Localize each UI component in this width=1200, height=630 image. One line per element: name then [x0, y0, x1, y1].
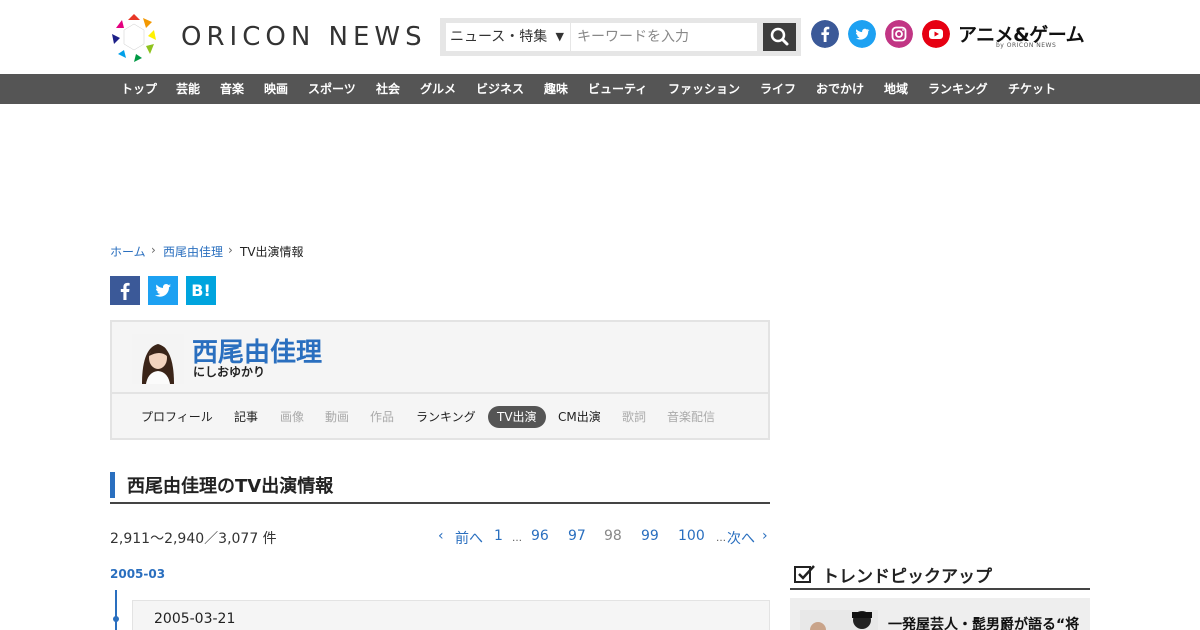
site-logo-text[interactable]: ORICON NEWS [181, 22, 427, 52]
pagination-page[interactable]: 97 [568, 528, 586, 544]
heading-accent-bar [110, 472, 115, 498]
pagination-page[interactable]: 96 [531, 528, 549, 544]
nav-item-business[interactable]: ビジネス [476, 74, 524, 104]
trend-pickup-title: トレンドピックアップ [822, 567, 992, 587]
nav-item-top[interactable]: トップ [121, 74, 157, 104]
anime-game-logo[interactable]: アニメ&ゲーム by ORICON NEWS [958, 20, 1090, 52]
chevron-right-icon: › [151, 243, 156, 257]
nav-item-gourmet[interactable]: グルメ [420, 74, 456, 104]
pagination-current-page: 98 [604, 528, 622, 544]
nav-item-sports[interactable]: スポーツ [308, 74, 356, 104]
section-title: 西尾由佳理のTV出演情報 [127, 476, 334, 497]
trend-pickup-heading: トレンドピックアップ [790, 562, 1090, 590]
trend-item-title[interactable]: 一発屋芸人・髭男爵が語る“将 [888, 614, 1079, 630]
nav-item-beauty[interactable]: ビューティ [588, 74, 647, 104]
nav-item-music[interactable]: 音楽 [220, 74, 244, 104]
tab-images: 画像 [280, 410, 305, 424]
tab-works: 作品 [370, 410, 395, 424]
trend-thumbnail-image [800, 610, 878, 630]
nav-item-ticket[interactable]: チケット [1008, 74, 1056, 104]
pagination-ellipsis: … [512, 533, 522, 544]
nav-item-entertainment[interactable]: 芸能 [176, 74, 200, 104]
section-heading: 西尾由佳理のTV出演情報 [110, 470, 770, 504]
site-header: ORICON NEWS ニュース・特集 ▼ アニメ&ゲーム by ORICON … [0, 0, 1200, 74]
chevron-right-icon: › [228, 243, 233, 257]
facebook-share-icon[interactable] [110, 276, 140, 305]
checkbox-icon [794, 565, 815, 583]
tab-cm-appearances[interactable]: CM出演 [558, 406, 601, 428]
breadcrumb-artist[interactable]: 西尾由佳理 [163, 243, 223, 260]
trend-thumbnail[interactable] [800, 610, 878, 630]
tab-lyrics: 歌詞 [622, 410, 647, 424]
nav-item-movie[interactable]: 映画 [264, 74, 288, 104]
nav-item-fashion[interactable]: ファッション [668, 74, 740, 104]
avatar [132, 334, 184, 384]
breadcrumb-current: TV出演情報 [240, 245, 304, 259]
timeline-month: 2005-03 [110, 567, 166, 581]
pagination-next[interactable]: 次へ [727, 528, 755, 548]
chevron-right-icon[interactable]: › [762, 528, 768, 544]
chevron-left-icon[interactable]: ‹ [438, 528, 444, 544]
tv-entry-date: 2005-03-21 [154, 611, 236, 627]
twitter-share-icon[interactable] [148, 276, 178, 305]
nav-item-society[interactable]: 社会 [376, 74, 400, 104]
nav-item-region[interactable]: 地域 [884, 74, 908, 104]
timeline-dot [113, 616, 119, 622]
tab-tv-appearances[interactable]: TV出演 [488, 406, 546, 428]
search-button[interactable] [763, 23, 796, 51]
tab-music-streaming: 音楽配信 [667, 410, 716, 424]
hatena-bookmark-button[interactable]: B! [186, 276, 216, 305]
tab-videos: 動画 [325, 410, 350, 424]
pagination-page[interactable]: 99 [641, 528, 659, 544]
pagination-page[interactable]: 1 [494, 528, 503, 544]
tab-profile[interactable]: プロフィール [141, 406, 213, 428]
search-category-select[interactable]: ニュース・特集 ▼ [446, 23, 570, 51]
profile-header: 西尾由佳理 にしおゆかり [112, 322, 768, 394]
pagination-page[interactable]: 100 [678, 528, 705, 544]
profile-kana: にしおゆかり [193, 365, 266, 379]
result-count: 2,911～2,940／3,077 件 [110, 531, 277, 547]
main-nav: トップ 芸能 音楽 映画 スポーツ 社会 グルメ ビジネス 趣味 ビューティ フ… [0, 74, 1200, 104]
nav-item-ranking[interactable]: ランキング [928, 74, 988, 104]
breadcrumb-home[interactable]: ホーム [110, 243, 146, 260]
nav-item-hobby[interactable]: 趣味 [544, 74, 568, 104]
pagination-prev[interactable]: 前へ [455, 528, 483, 548]
oricon-logo-icon[interactable] [110, 12, 158, 64]
facebook-icon[interactable] [811, 20, 839, 48]
nav-item-life[interactable]: ライフ [760, 74, 796, 104]
tab-ranking[interactable]: ランキング [416, 406, 476, 428]
tab-articles[interactable]: 記事 [234, 406, 258, 428]
instagram-icon[interactable] [885, 20, 913, 48]
timeline-line [115, 590, 117, 630]
search-input[interactable] [571, 23, 757, 51]
anime-game-logo-sub: by ORICON NEWS [996, 42, 1057, 49]
profile-box: 西尾由佳理 にしおゆかり プロフィール 記事 画像 動画 作品 ランキング TV… [110, 320, 770, 440]
nav-item-outing[interactable]: おでかけ [816, 74, 864, 104]
portrait-image [132, 334, 184, 384]
pagination-ellipsis: … [716, 533, 726, 544]
youtube-icon[interactable] [922, 20, 950, 48]
twitter-icon[interactable] [848, 20, 876, 48]
search-category-label: ニュース・特集 [450, 29, 548, 45]
chevron-down-icon: ▼ [555, 30, 564, 43]
search-icon [770, 27, 789, 46]
